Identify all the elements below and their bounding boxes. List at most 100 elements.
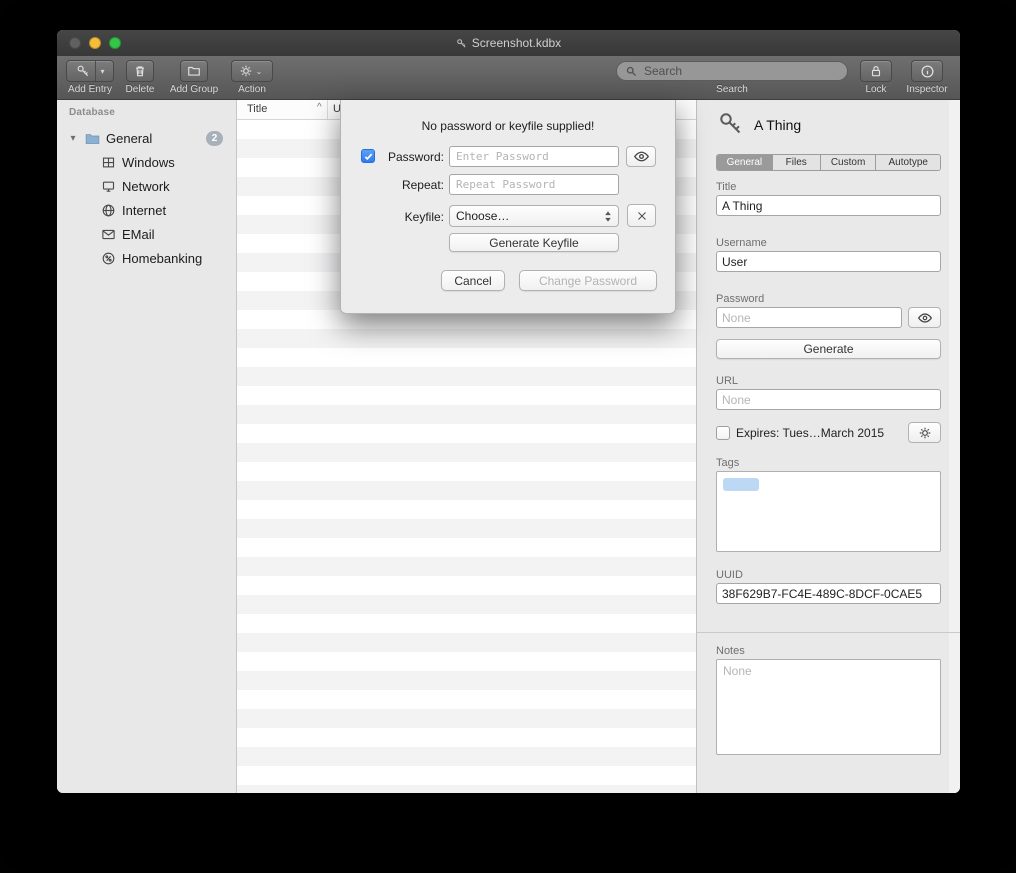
search-input[interactable]: [642, 63, 839, 79]
generate-password-button[interactable]: Generate: [716, 339, 941, 359]
sidebar-item-general[interactable]: ▾ General 2: [57, 126, 236, 150]
username-field-label: Username: [716, 237, 767, 249]
inspector-tabs: General Files Custom Autotype: [716, 154, 941, 171]
entry-key-icon: [717, 110, 744, 140]
notes-box[interactable]: None: [716, 659, 941, 755]
dialog-password-input[interactable]: [449, 146, 619, 167]
document-key-icon: [456, 38, 467, 49]
generate-keyfile-button[interactable]: Generate Keyfile: [449, 233, 619, 252]
lock-icon: [869, 64, 883, 78]
sidebar-section-header: Database: [69, 107, 115, 118]
x-icon: [636, 210, 648, 222]
envelope-icon: [97, 227, 119, 242]
expires-checkbox[interactable]: [716, 426, 730, 440]
search-field[interactable]: [616, 61, 848, 81]
inspector-button[interactable]: [911, 60, 943, 82]
tags-box[interactable]: [716, 471, 941, 552]
sidebar-item-label: General: [103, 131, 206, 146]
dialog-reveal-password-button[interactable]: [626, 146, 656, 167]
delete-button[interactable]: [126, 60, 154, 82]
tag-pill[interactable]: [723, 478, 759, 491]
tab-autotype[interactable]: Autotype: [876, 155, 940, 170]
title-input[interactable]: [716, 195, 941, 216]
notes-field-label: Notes: [716, 645, 745, 657]
clear-keyfile-button[interactable]: [627, 204, 656, 227]
password-checkbox[interactable]: [361, 149, 375, 163]
sidebar-item-label: Network: [119, 179, 236, 194]
eye-icon: [633, 148, 650, 165]
add-entry-button[interactable]: ▾: [66, 60, 114, 82]
add-entry-label: Add Entry: [62, 84, 118, 95]
monitor-icon: [97, 179, 119, 194]
info-icon: [920, 64, 935, 79]
action-label: Action: [224, 84, 280, 95]
username-input[interactable]: [716, 251, 941, 272]
change-password-dialog: No password or keyfile supplied! Passwor…: [340, 100, 676, 314]
sidebar-item-windows[interactable]: Windows: [57, 150, 236, 174]
keyfile-popup[interactable]: Choose…: [449, 205, 619, 227]
globe-icon: [97, 203, 119, 218]
change-password-button[interactable]: Change Password: [519, 270, 657, 291]
tab-custom[interactable]: Custom: [821, 155, 877, 170]
tab-files[interactable]: Files: [773, 155, 821, 170]
sidebar-item-homebanking[interactable]: Homebanking: [57, 246, 236, 270]
inspector-label: Inspector: [899, 84, 955, 95]
column-header-title[interactable]: Title: [247, 103, 267, 115]
chevron-down-icon[interactable]: ▾: [97, 67, 107, 76]
gear-icon: [918, 426, 932, 440]
sidebar-item-email[interactable]: EMail: [57, 222, 236, 246]
trash-icon: [133, 64, 147, 78]
chevron-down-icon: ⌄: [253, 67, 266, 76]
column-divider[interactable]: [327, 100, 328, 119]
uuid-input[interactable]: [716, 583, 941, 604]
window-title-text: Screenshot.kdbx: [472, 36, 561, 50]
entry-title: A Thing: [754, 117, 801, 133]
windows-icon: [97, 155, 119, 170]
lock-label: Lock: [848, 84, 904, 95]
toolbar: ▾ Add Entry Delete Add Group ⌄ Action: [57, 56, 960, 100]
cancel-button[interactable]: Cancel: [441, 270, 505, 291]
add-group-button[interactable]: [180, 60, 208, 82]
popup-chevrons-icon: [604, 210, 612, 223]
divider: [697, 632, 960, 633]
disclosure-triangle-icon[interactable]: ▾: [65, 133, 81, 144]
delete-label: Delete: [112, 84, 168, 95]
key-icon: [72, 64, 94, 78]
dialog-message: No password or keyfile supplied!: [341, 119, 675, 133]
uuid-field-label: UUID: [716, 569, 743, 581]
dialog-repeat-input[interactable]: [449, 174, 619, 195]
gear-icon: [239, 64, 253, 78]
percent-coin-icon: [97, 251, 119, 266]
window-title: Screenshot.kdbx: [456, 36, 561, 50]
search-icon: [625, 65, 637, 77]
expires-options-button[interactable]: [908, 422, 941, 443]
action-button[interactable]: ⌄: [231, 60, 273, 82]
sort-ascending-icon: ^: [317, 102, 322, 113]
tab-general[interactable]: General: [717, 155, 773, 170]
password-input[interactable]: [716, 307, 902, 328]
entry-count-badge: 2: [206, 131, 223, 146]
url-field-label: URL: [716, 375, 738, 387]
sidebar-item-label: EMail: [119, 227, 236, 242]
title-bar: Screenshot.kdbx: [57, 30, 960, 56]
sidebar-item-label: Internet: [119, 203, 236, 218]
sidebar-item-label: Homebanking: [119, 251, 236, 266]
zoom-button[interactable]: [109, 37, 121, 49]
title-field-label: Title: [716, 181, 736, 193]
sidebar-item-label: Windows: [119, 155, 236, 170]
sidebar-item-internet[interactable]: Internet: [57, 198, 236, 222]
repeat-label: Repeat:: [379, 178, 444, 192]
keyfile-popup-value: Choose…: [456, 209, 509, 223]
folder-icon: [81, 130, 103, 147]
url-input[interactable]: [716, 389, 941, 410]
eye-icon: [917, 310, 933, 326]
sidebar-item-network[interactable]: Network: [57, 174, 236, 198]
close-button[interactable]: [69, 37, 81, 49]
inspector-scrollbar[interactable]: [949, 100, 960, 793]
reveal-password-button[interactable]: [908, 307, 941, 328]
keyfile-label: Keyfile:: [379, 210, 444, 224]
minimize-button[interactable]: [89, 37, 101, 49]
add-group-label: Add Group: [166, 84, 222, 95]
notes-placeholder: None: [723, 664, 752, 678]
lock-button[interactable]: [860, 60, 892, 82]
